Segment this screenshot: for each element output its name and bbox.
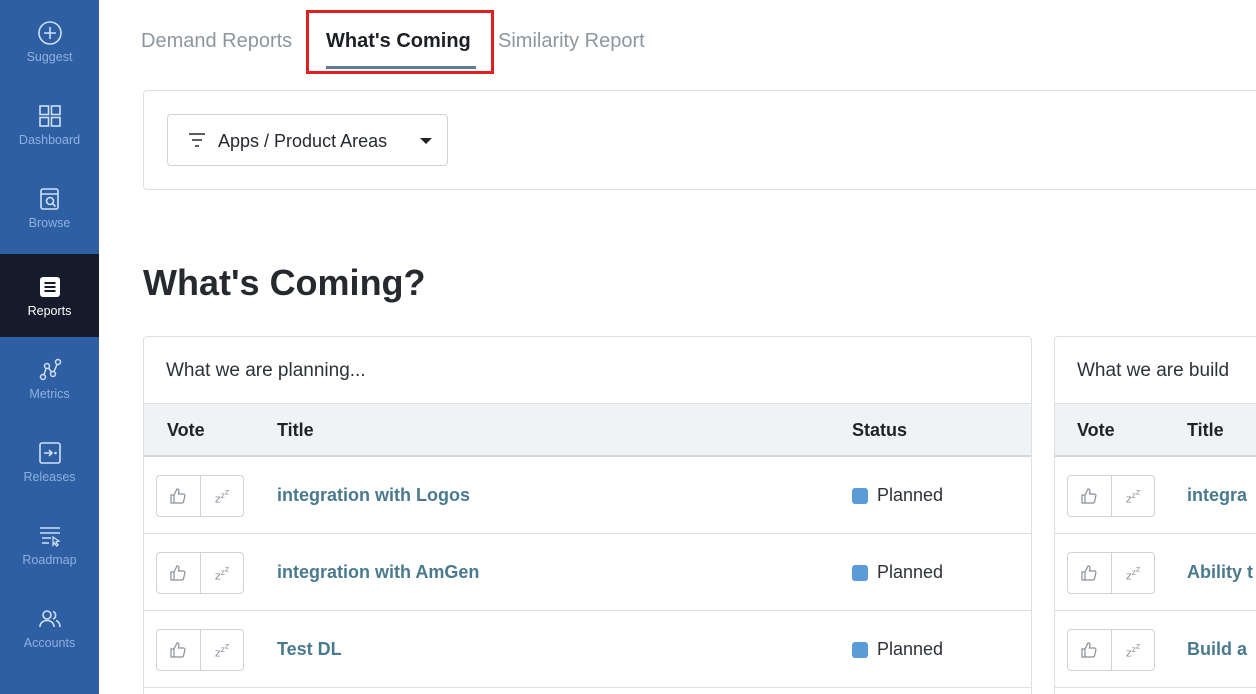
status-label: Planned bbox=[877, 485, 944, 505]
thumbs-up-icon[interactable] bbox=[1068, 553, 1111, 593]
table-row: zzz Test DL Planned bbox=[144, 611, 1031, 688]
tab-similarity-report[interactable]: Similarity Report bbox=[498, 30, 645, 53]
sidebar-item-label: Roadmap bbox=[22, 553, 77, 567]
sidebar-item-releases[interactable]: Releases bbox=[0, 420, 99, 503]
thumbs-up-icon[interactable] bbox=[1068, 476, 1111, 516]
sidebar-item-label: Browse bbox=[28, 216, 71, 230]
snooze-icon[interactable]: zzz bbox=[199, 630, 243, 670]
table-row: zzz integration with Logos Planned bbox=[144, 457, 1031, 534]
planning-card: What we are planning... Vote Title Statu… bbox=[143, 336, 1032, 694]
sidebar-item-label: Dashboard bbox=[18, 133, 81, 147]
sidebar-item-accounts[interactable]: Accounts bbox=[0, 586, 99, 669]
column-header-vote: Vote bbox=[167, 420, 205, 440]
sidebar-item-label: Reports bbox=[27, 304, 72, 318]
browse-icon bbox=[36, 185, 64, 213]
column-header-status: Status bbox=[852, 420, 908, 440]
row-title-link[interactable]: Ability t bbox=[1187, 562, 1253, 583]
status-dot bbox=[852, 564, 868, 581]
vote-group: zzz bbox=[156, 475, 244, 517]
vote-group: zzz bbox=[156, 629, 244, 671]
snooze-icon[interactable]: zzz bbox=[1110, 553, 1154, 593]
table-header: Vote Title Status bbox=[144, 403, 1031, 457]
status-badge: Planned bbox=[852, 562, 943, 583]
status-dot bbox=[852, 487, 868, 504]
sidebar-item-label: Suggest bbox=[26, 50, 73, 64]
status-label: Planned bbox=[877, 562, 944, 582]
row-title-link[interactable]: Test DL bbox=[277, 639, 342, 660]
table-row: zzz integration with AmGen Planned bbox=[144, 534, 1031, 611]
vote-group: zzz bbox=[1067, 629, 1155, 671]
accounts-icon bbox=[36, 605, 64, 633]
sidebar-item-label: Accounts bbox=[23, 636, 76, 650]
sidebar-item-reports[interactable]: Reports bbox=[0, 254, 99, 337]
column-header-vote: Vote bbox=[1077, 420, 1115, 440]
table-row: zzz Build a bbox=[1055, 611, 1256, 688]
snooze-icon[interactable]: zzz bbox=[199, 553, 243, 593]
status-dot bbox=[852, 641, 868, 658]
snooze-icon[interactable]: zzz bbox=[199, 476, 243, 516]
sidebar-item-suggest[interactable]: Suggest bbox=[0, 0, 99, 83]
apps-product-areas-dropdown[interactable]: Apps / Product Areas bbox=[167, 114, 448, 166]
sidebar: Suggest Dashboard Browse Reports Metrics… bbox=[0, 0, 99, 694]
releases-icon bbox=[36, 439, 64, 467]
table-row: zzz integra bbox=[1055, 457, 1256, 534]
row-title-link[interactable]: Build a bbox=[1187, 639, 1247, 660]
sidebar-item-roadmap[interactable]: Roadmap bbox=[0, 503, 99, 586]
status-label: Planned bbox=[877, 639, 944, 659]
snooze-icon[interactable]: zzz bbox=[1110, 476, 1154, 516]
table-row: zzz Ability t bbox=[1055, 534, 1256, 611]
roadmap-icon bbox=[36, 522, 64, 550]
thumbs-up-icon[interactable] bbox=[1068, 630, 1111, 670]
reports-icon bbox=[36, 273, 64, 301]
row-title-link[interactable]: integration with Logos bbox=[277, 485, 470, 506]
sidebar-item-label: Metrics bbox=[29, 387, 70, 401]
status-badge: Planned bbox=[852, 639, 943, 660]
sidebar-item-label: Releases bbox=[23, 470, 76, 484]
tab-demand-reports[interactable]: Demand Reports bbox=[141, 30, 292, 53]
thumbs-up-icon[interactable] bbox=[157, 476, 200, 516]
highlight-box bbox=[306, 10, 494, 74]
thumbs-up-icon[interactable] bbox=[157, 630, 200, 670]
plus-circle-icon bbox=[36, 19, 64, 47]
row-title-link[interactable]: integration with AmGen bbox=[277, 562, 479, 583]
thumbs-up-icon[interactable] bbox=[157, 553, 200, 593]
filter-label: Apps / Product Areas bbox=[218, 131, 388, 151]
sidebar-item-browse[interactable]: Browse bbox=[0, 166, 99, 249]
column-header-title: Title bbox=[277, 420, 314, 440]
vote-group: zzz bbox=[1067, 475, 1155, 517]
page-title: What's Coming? bbox=[143, 262, 426, 303]
building-card: What we are build Vote Title zzz integra… bbox=[1054, 336, 1256, 694]
sidebar-item-dashboard[interactable]: Dashboard bbox=[0, 83, 99, 166]
filter-icon bbox=[188, 131, 206, 149]
table-header: Vote Title bbox=[1055, 403, 1256, 457]
caret-down-icon bbox=[420, 138, 432, 144]
card-title: What we are build bbox=[1077, 360, 1230, 381]
metrics-icon bbox=[36, 356, 64, 384]
snooze-icon[interactable]: zzz bbox=[1110, 630, 1154, 670]
column-header-title: Title bbox=[1187, 420, 1224, 440]
status-badge: Planned bbox=[852, 485, 943, 506]
vote-group: zzz bbox=[156, 552, 244, 594]
row-title-link[interactable]: integra bbox=[1187, 485, 1247, 506]
grid-icon bbox=[36, 102, 64, 130]
sidebar-item-metrics[interactable]: Metrics bbox=[0, 337, 99, 420]
vote-group: zzz bbox=[1067, 552, 1155, 594]
card-title: What we are planning... bbox=[166, 360, 366, 381]
